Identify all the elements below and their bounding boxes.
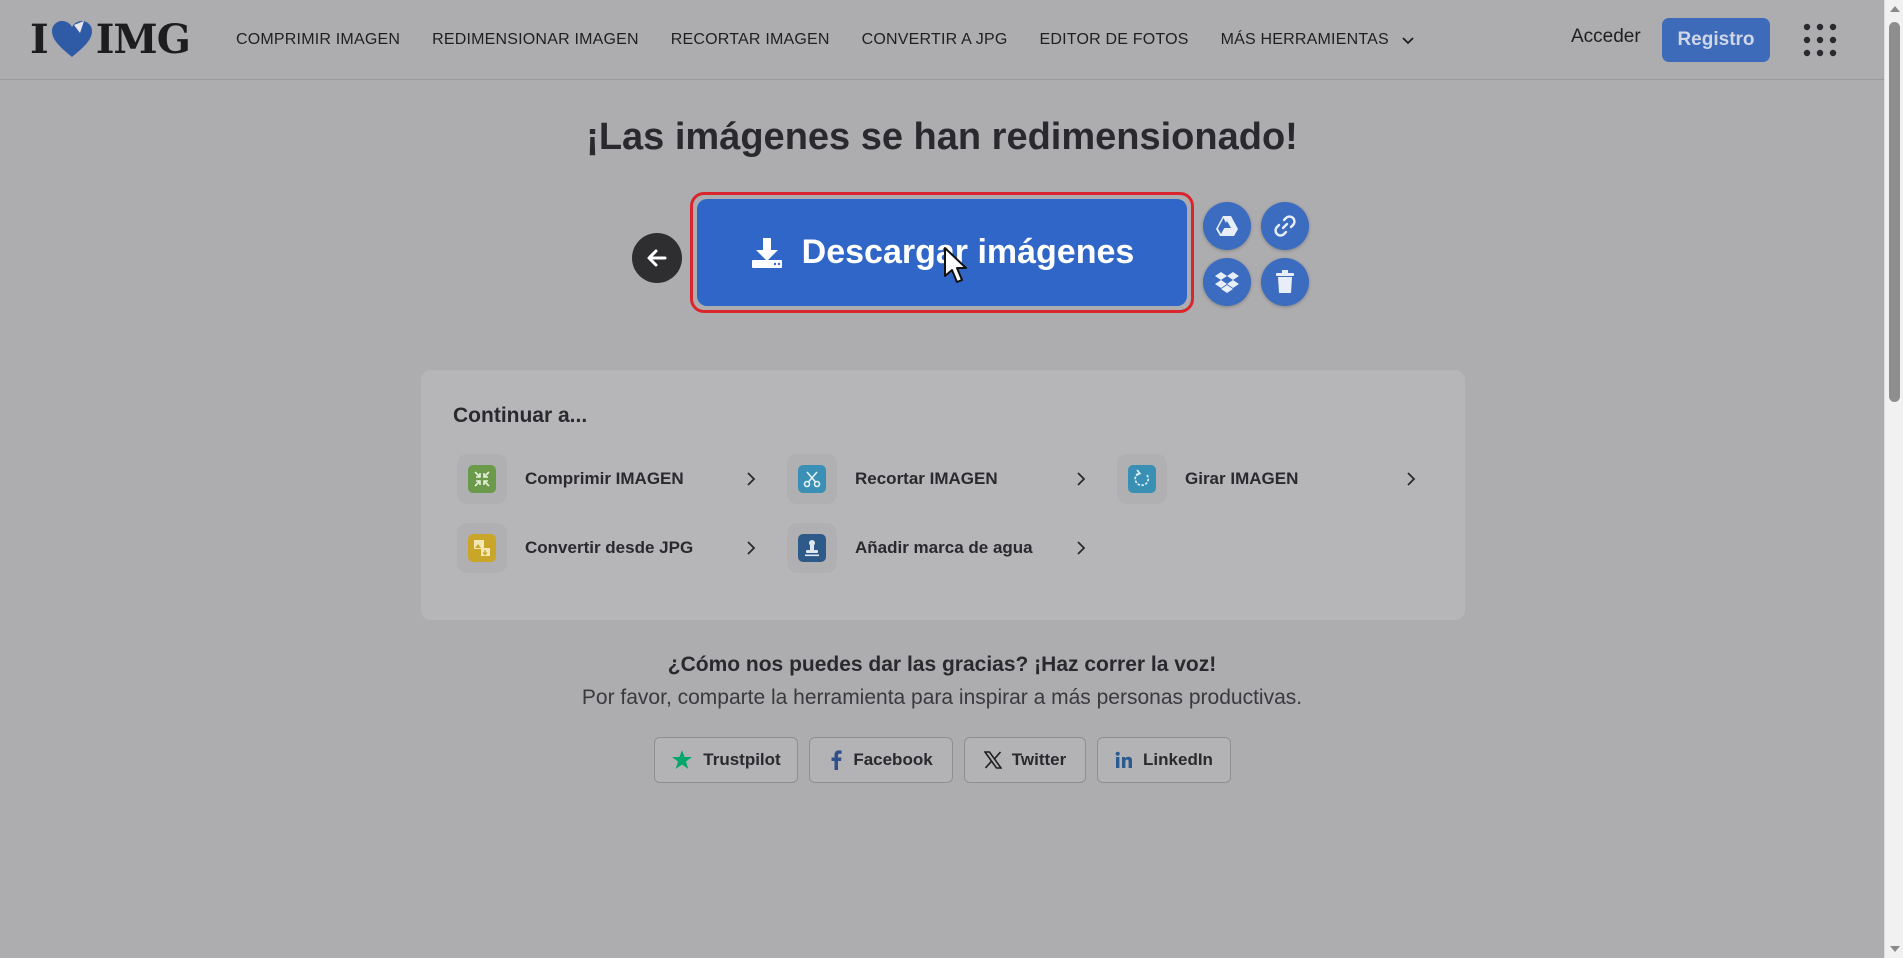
dropbox-icon	[1215, 272, 1239, 293]
chevron-down-icon	[1402, 36, 1414, 44]
main-nav: COMPRIMIR IMAGEN REDIMENSIONAR IMAGEN RE…	[236, 0, 1447, 79]
nav-convert-jpg-label: CONVERTIR A JPG	[861, 30, 1008, 48]
continue-watermark-label: Añadir marca de agua	[855, 538, 1033, 557]
stamp-icon	[798, 534, 826, 562]
continue-rotate[interactable]: Girar IMAGEN	[1117, 454, 1417, 504]
nav-photo-editor-label: EDITOR DE FOTOS	[1039, 30, 1189, 48]
signup-button[interactable]: Registro	[1662, 18, 1770, 62]
logo-text-i: I	[30, 15, 49, 63]
chevron-right-icon	[1077, 472, 1086, 486]
continue-panel: Continuar a... Comprimir IMAGEN Recortar…	[421, 370, 1465, 620]
logo-text-img: IMG	[95, 15, 191, 63]
share-title: ¿Cómo nos puedes dar las gracias? ¡Haz c…	[667, 653, 1217, 676]
convert-icon	[468, 534, 496, 562]
linkedin-icon	[1115, 751, 1133, 768]
nav-crop-label: RECORTAR IMAGEN	[670, 30, 830, 48]
save-dropbox-button[interactable]	[1203, 258, 1251, 306]
arrow-left-icon	[647, 249, 667, 267]
share-linkedin-label: LinkedIn	[1143, 750, 1213, 769]
continue-compress-label: Comprimir IMAGEN	[525, 469, 684, 488]
chevron-right-icon	[747, 541, 756, 555]
download-images-button[interactable]: Descargar imágenes	[697, 199, 1187, 306]
share-linkedin-button[interactable]: LinkedIn	[1097, 737, 1231, 783]
apps-grid-icon[interactable]	[1802, 22, 1838, 58]
chevron-right-icon	[1077, 541, 1086, 555]
compress-icon	[468, 465, 496, 493]
continue-watermark[interactable]: Añadir marca de agua	[787, 523, 1087, 573]
watermark-tile	[787, 523, 837, 573]
scroll-thumb[interactable]	[1889, 22, 1900, 402]
star-icon	[672, 750, 693, 769]
copy-link-button[interactable]	[1261, 202, 1309, 250]
login-link[interactable]: Acceder	[1571, 26, 1641, 48]
continue-crop[interactable]: Recortar IMAGEN	[787, 454, 1087, 504]
scroll-up-arrow-icon[interactable]	[1890, 6, 1900, 12]
ilovimg-logo[interactable]: I IMG	[30, 15, 191, 63]
nav-crop[interactable]: RECORTAR IMAGEN	[671, 31, 830, 49]
heart-icon	[51, 21, 92, 57]
google-drive-icon	[1216, 216, 1238, 236]
top-navbar: I IMG COMPRIMIR IMAGEN REDIMENSIONAR IMA…	[0, 0, 1884, 80]
share-trustpilot-label: Trustpilot	[703, 750, 781, 769]
nav-convert-jpg[interactable]: CONVERTIR A JPG	[862, 31, 1008, 49]
nav-resize[interactable]: REDIMENSIONAR IMAGEN	[432, 31, 639, 49]
continue-compress[interactable]: Comprimir IMAGEN	[457, 454, 757, 504]
nav-more-tools[interactable]: MÁS HERRAMIENTAS	[1221, 31, 1415, 49]
link-icon	[1274, 215, 1296, 237]
crop-icon	[798, 465, 826, 493]
nav-resize-label: REDIMENSIONAR IMAGEN	[432, 30, 639, 48]
crop-tile	[787, 454, 837, 504]
nav-more-tools-label: MÁS HERRAMIENTAS	[1220, 30, 1389, 48]
share-facebook-button[interactable]: Facebook	[809, 737, 953, 783]
convert-tile	[457, 523, 507, 573]
rotate-tile	[1117, 454, 1167, 504]
continue-convert-from-jpg[interactable]: Convertir desde JPG	[457, 523, 757, 573]
x-icon	[983, 751, 1002, 769]
nav-compress[interactable]: COMPRIMIR IMAGEN	[236, 31, 400, 49]
save-google-drive-button[interactable]	[1203, 202, 1251, 250]
download-icon	[751, 237, 782, 268]
chevron-right-icon	[1407, 472, 1416, 486]
continue-convert-label: Convertir desde JPG	[525, 538, 694, 557]
continue-title: Continuar a...	[453, 404, 588, 427]
compress-tile	[457, 454, 507, 504]
continue-rotate-label: Girar IMAGEN	[1185, 469, 1299, 488]
nav-compress-label: COMPRIMIR IMAGEN	[236, 30, 401, 48]
rotate-icon	[1128, 465, 1156, 493]
back-button[interactable]	[632, 233, 682, 283]
share-trustpilot-button[interactable]: Trustpilot	[654, 737, 798, 783]
share-twitter-label: Twitter	[1011, 750, 1067, 769]
chevron-right-icon	[747, 472, 756, 486]
mouse-cursor-icon	[944, 247, 967, 283]
scroll-down-arrow-icon[interactable]	[1890, 946, 1900, 952]
share-twitter-button[interactable]: Twitter	[964, 737, 1086, 783]
vertical-scrollbar[interactable]	[1884, 0, 1903, 958]
share-subtitle: Por favor, comparte la herramienta para …	[581, 686, 1303, 709]
facebook-icon	[831, 750, 842, 770]
delete-button[interactable]	[1261, 258, 1309, 306]
share-facebook-label: Facebook	[853, 750, 933, 769]
trash-icon	[1276, 270, 1294, 293]
page-title: ¡Las imágenes se han redimensionado!	[586, 116, 1298, 158]
nav-photo-editor[interactable]: EDITOR DE FOTOS	[1040, 31, 1189, 49]
continue-crop-label: Recortar IMAGEN	[855, 469, 998, 488]
